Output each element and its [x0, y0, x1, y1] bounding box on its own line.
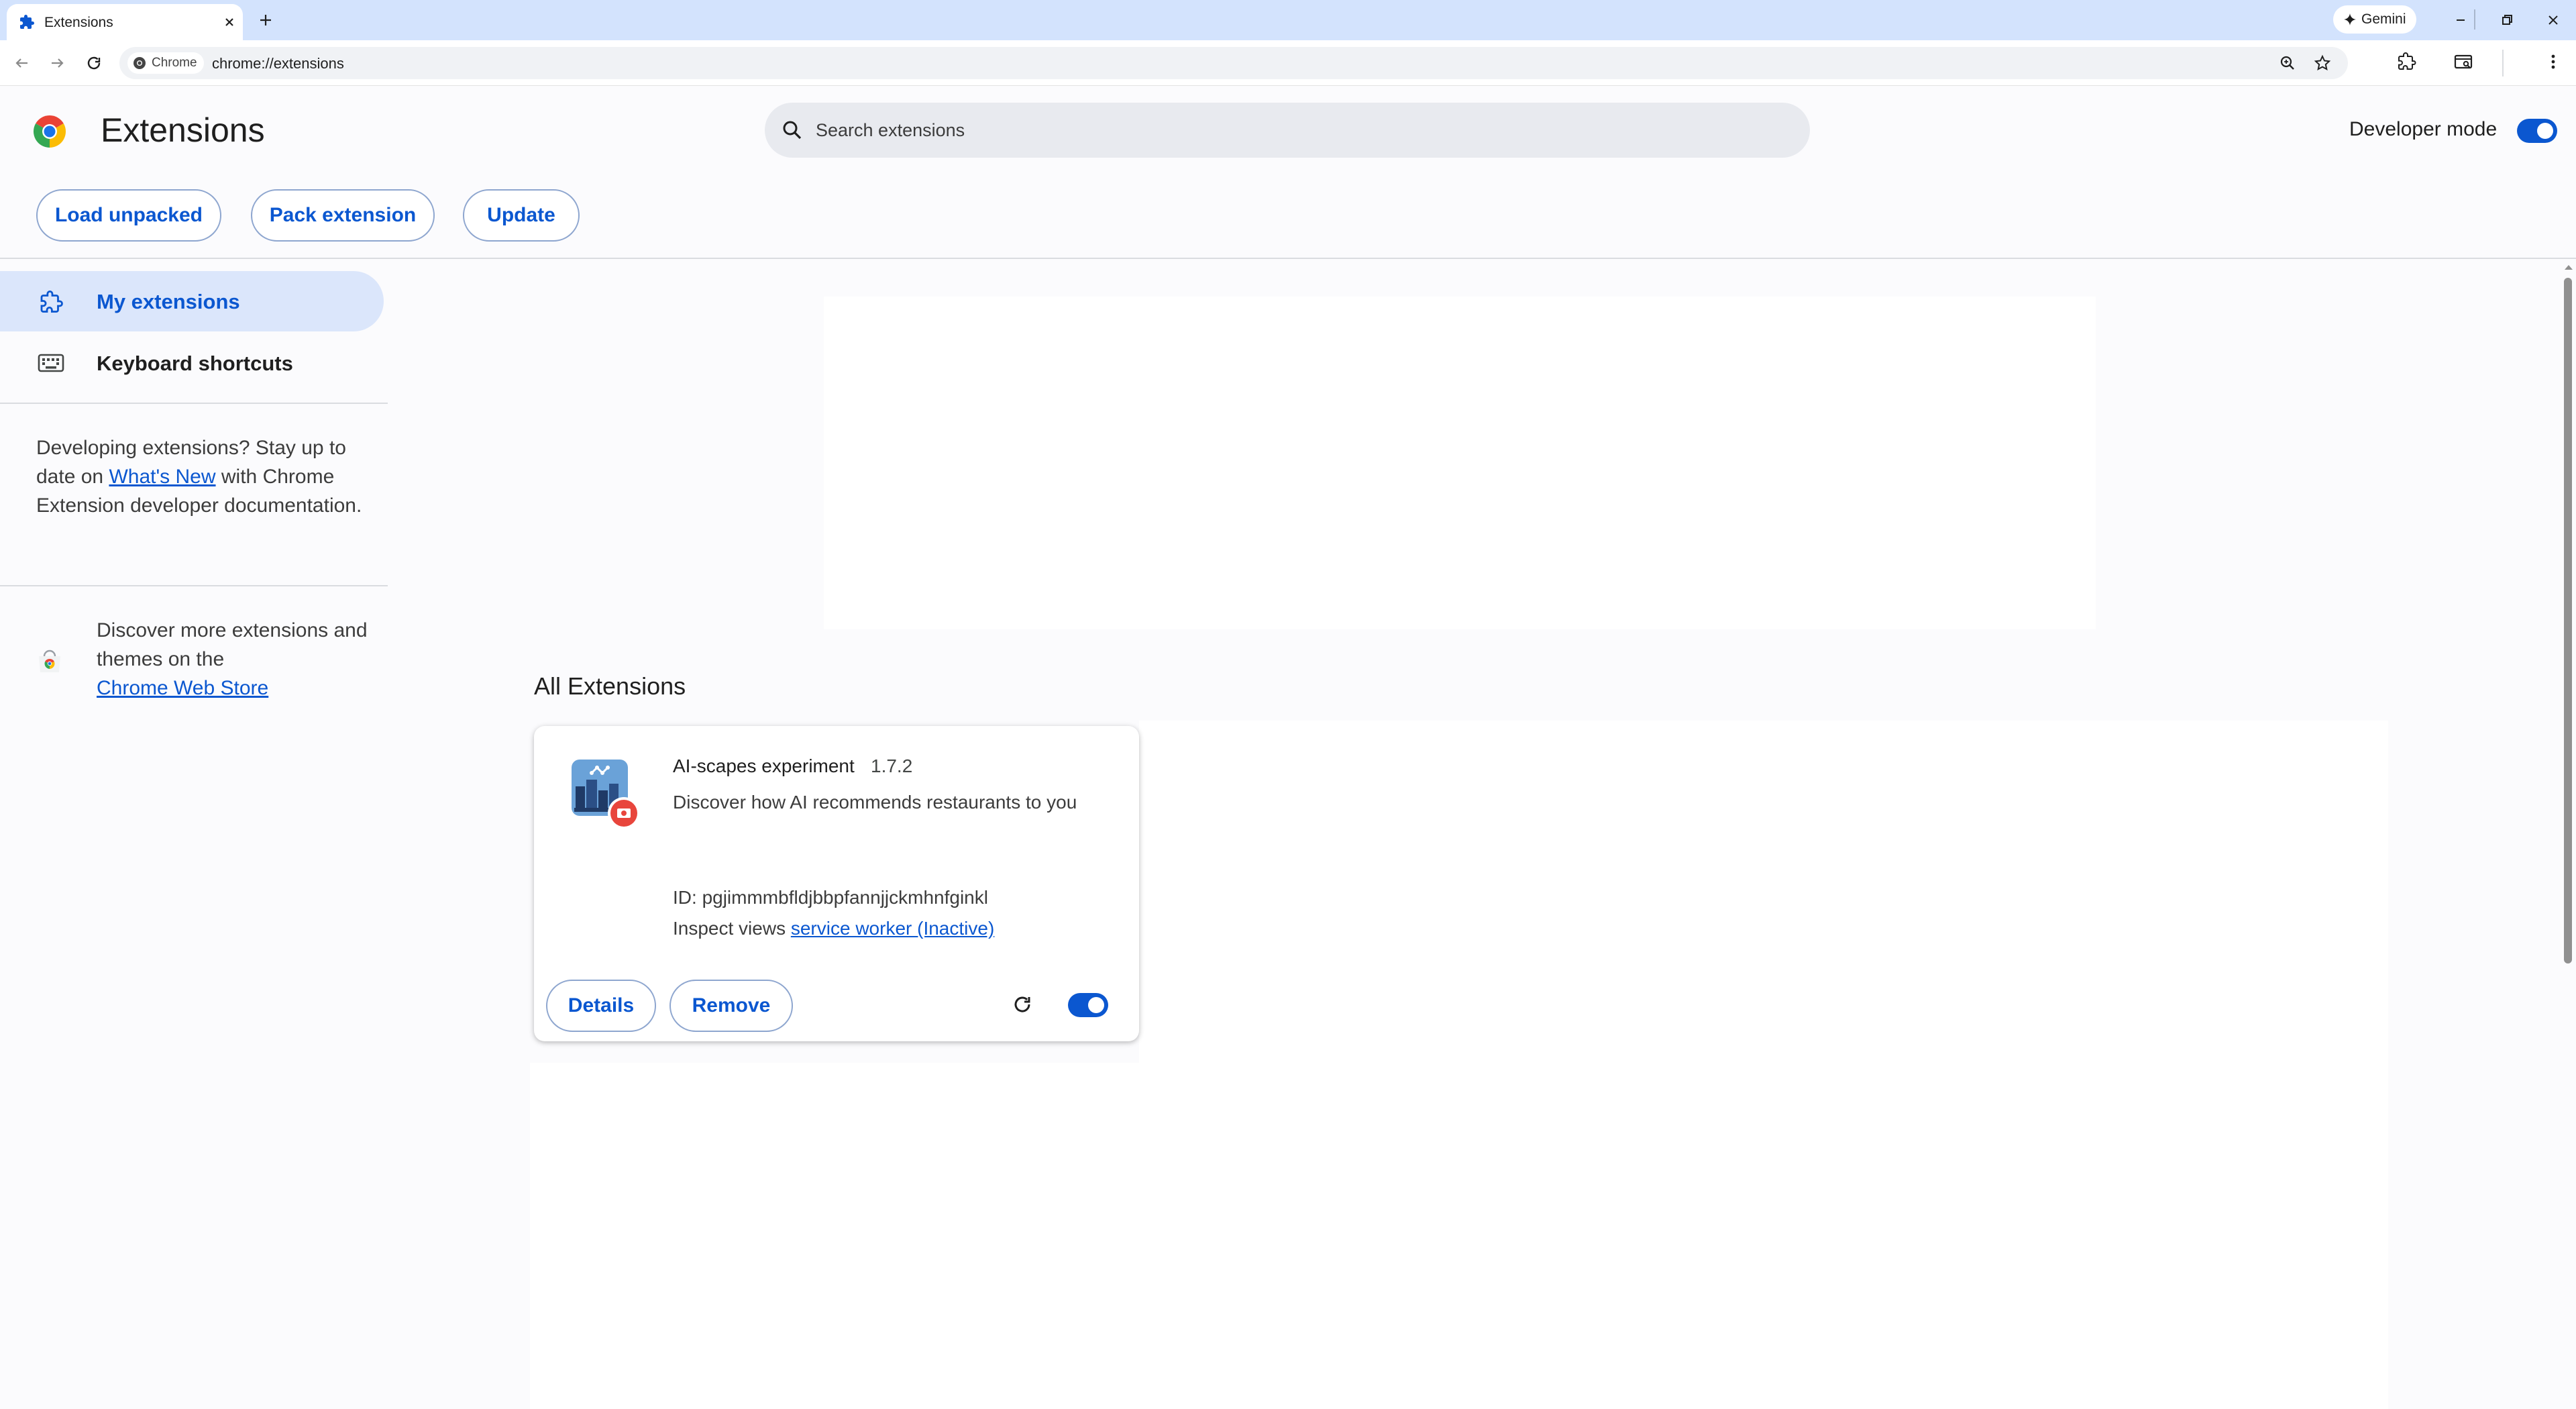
tab-extensions[interactable]: Extensions	[7, 4, 243, 40]
update-button[interactable]: Update	[463, 189, 580, 242]
toggle-knob	[2537, 123, 2553, 139]
forward-icon[interactable]	[47, 52, 68, 74]
web-store-icon	[36, 648, 63, 675]
toggle-knob	[1088, 997, 1104, 1013]
extension-enable-toggle[interactable]	[1068, 993, 1108, 1017]
sidebar-item-my-extensions[interactable]: My extensions	[0, 271, 384, 331]
extension-id-value: pgjimmmbfldjbbpfannjjckmhnfginkl	[702, 887, 988, 908]
site-chip[interactable]: Chrome	[127, 52, 204, 74]
more-menu-icon[interactable]	[2542, 51, 2564, 72]
extension-id-label: ID:	[673, 887, 697, 908]
developer-mode-toggle[interactable]	[2517, 119, 2557, 143]
keyboard-icon	[38, 353, 64, 373]
blank-card-area	[530, 1063, 2388, 1409]
bookmark-star-icon[interactable]	[2313, 54, 2332, 72]
puzzle-outline-icon	[38, 289, 64, 315]
toolbar-divider	[2502, 50, 2504, 76]
extension-name: AI-scapes experiment	[673, 755, 855, 776]
zoom-icon[interactable]	[2278, 54, 2297, 72]
extension-version: 1.7.2	[871, 755, 913, 776]
extension-id-row: ID: pgjimmmbfldjbbpfannjjckmhnfginkl	[673, 887, 988, 908]
web-store-info-text: Discover more extensions and themes on t…	[97, 616, 378, 702]
extension-description: Discover how AI recommends restaurants t…	[673, 792, 1077, 813]
url-text[interactable]: chrome://extensions	[212, 55, 344, 72]
extensions-puzzle-icon[interactable]	[2396, 51, 2418, 72]
omnibox[interactable]: Chrome chrome://extensions	[119, 47, 2348, 79]
web-store-lead: Discover more extensions and themes on t…	[97, 619, 368, 670]
chrome-logo-icon	[32, 114, 67, 149]
new-tab-button[interactable]	[255, 9, 276, 31]
details-button[interactable]: Details	[546, 980, 656, 1032]
section-title: All Extensions	[534, 672, 686, 700]
sidebar-item-label: Keyboard shortcuts	[97, 352, 293, 375]
gemini-button[interactable]: Gemini	[2333, 5, 2416, 34]
inspect-views-label: Inspect views	[673, 918, 786, 939]
site-chip-label: Chrome	[152, 56, 197, 70]
search-icon	[780, 117, 805, 143]
scroll-up-icon[interactable]	[2561, 262, 2576, 272]
developer-info-text: Developing extensions? Stay up to date o…	[36, 433, 365, 520]
minimize-icon[interactable]	[2447, 8, 2474, 32]
sidebar-divider	[0, 585, 388, 586]
sidebar-divider	[0, 403, 388, 404]
back-icon[interactable]	[11, 52, 32, 74]
remove-button[interactable]: Remove	[669, 980, 793, 1032]
sidebar-item-keyboard-shortcuts[interactable]: Keyboard shortcuts	[0, 333, 384, 393]
search-input[interactable]	[814, 103, 1787, 158]
chrome-web-store-link[interactable]: Chrome Web Store	[97, 677, 268, 699]
extension-logo-icon	[572, 760, 644, 832]
close-window-icon[interactable]	[2540, 8, 2567, 32]
reload-extension-icon[interactable]	[1009, 991, 1036, 1018]
pack-extension-button[interactable]: Pack extension	[251, 189, 435, 242]
header-divider	[0, 258, 2576, 259]
whats-new-link[interactable]: What's New	[109, 466, 215, 488]
service-worker-link[interactable]: service worker (Inactive)	[791, 918, 994, 939]
sparkle-icon	[2344, 13, 2356, 25]
blank-panel	[824, 297, 2096, 629]
inspect-views-row: Inspect views service worker (Inactive)	[673, 918, 994, 939]
developer-mode-label: Developer mode	[2349, 118, 2498, 140]
gemini-label: Gemini	[2361, 11, 2406, 27]
restore-icon[interactable]	[2493, 8, 2520, 32]
tab-strip	[0, 0, 2576, 40]
page-title: Extensions	[101, 111, 265, 149]
browser-toolbar: Chrome chrome://extensions	[0, 40, 2576, 86]
tab-title: Extensions	[44, 15, 113, 30]
search-bar[interactable]	[765, 103, 1810, 158]
tabstrip-divider	[2474, 9, 2475, 30]
reading-list-icon[interactable]	[2453, 51, 2474, 72]
puzzle-icon	[19, 14, 35, 30]
scrollbar-thumb[interactable]	[2564, 278, 2572, 963]
reload-icon[interactable]	[83, 52, 105, 74]
extension-card: AI-scapes experiment 1.7.2 Discover how …	[534, 726, 1139, 1041]
load-unpacked-button[interactable]: Load unpacked	[36, 189, 221, 242]
sidebar-item-label: My extensions	[97, 290, 240, 313]
chrome-icon	[133, 56, 146, 70]
close-tab-icon[interactable]	[220, 13, 239, 32]
